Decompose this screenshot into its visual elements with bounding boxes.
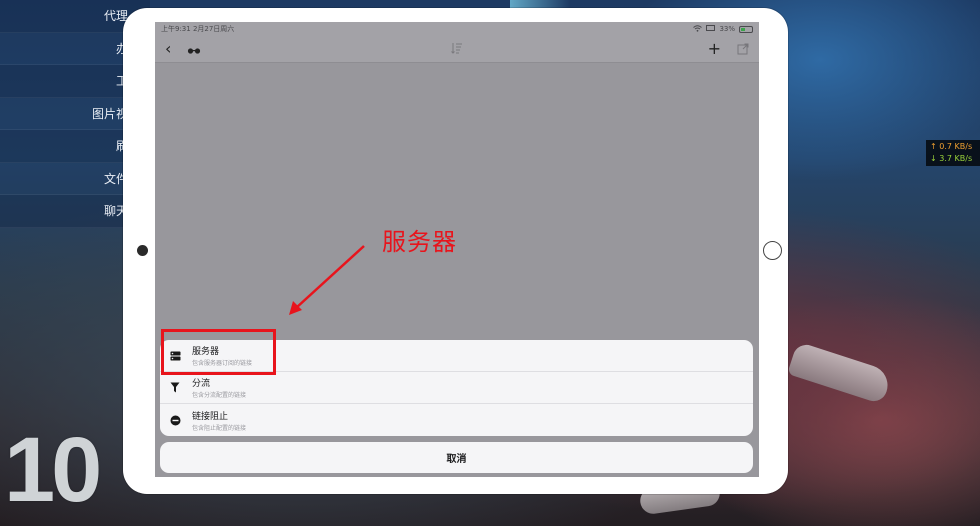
ipad-camera — [137, 245, 148, 256]
upload-speed: ↑ 0.7 KB/s — [930, 142, 973, 151]
wifi-icon — [693, 24, 703, 34]
status-bar: 上午9:31 2月27日周六 33% — [155, 22, 759, 36]
step-number: 10 — [4, 419, 102, 521]
ipad-home-button[interactable] — [763, 241, 782, 260]
cancel-button[interactable]: 取消 — [160, 442, 753, 473]
screen-mirror-icon — [706, 24, 716, 34]
add-icon[interactable]: + — [708, 41, 721, 57]
sheet-option-block[interactable]: 链接阻止 包含阻止配置的链接 — [160, 404, 753, 436]
sort-icon[interactable] — [451, 42, 463, 57]
sheet-option-title: 分流 — [192, 379, 211, 389]
back-icon[interactable]: ‹ — [165, 41, 171, 57]
sheet-option-subtitle: 包含分流配置的链接 — [192, 392, 247, 399]
share-icon[interactable] — [737, 40, 749, 59]
glasses-icon[interactable] — [187, 40, 201, 59]
network-speed-widget: ↑ 0.7 KB/s ↓ 3.7 KB/s — [926, 140, 980, 166]
ipad-screen: 上午9:31 2月27日周六 33% ‹ + 服务器 包含服务器订阅的链接 分流… — [155, 22, 759, 477]
annotation-label: 服务器 — [382, 228, 457, 256]
battery-percent: 33% — [719, 25, 735, 33]
funnel-icon — [170, 382, 192, 393]
sheet-option-title: 链接阻止 — [192, 411, 229, 422]
sheet-option-routing[interactable]: 分流 包含分流配置的链接 — [160, 372, 753, 404]
block-icon — [170, 415, 192, 426]
battery-icon — [739, 25, 753, 33]
download-speed: ↓ 3.7 KB/s — [930, 154, 973, 163]
nav-bar: ‹ + — [155, 36, 759, 63]
annotation-highlight-box — [161, 329, 276, 375]
sheet-option-subtitle: 包含阻止配置的链接 — [192, 424, 247, 432]
status-time-date: 上午9:31 2月27日周六 — [161, 25, 235, 33]
status-right: 33% — [693, 24, 753, 34]
